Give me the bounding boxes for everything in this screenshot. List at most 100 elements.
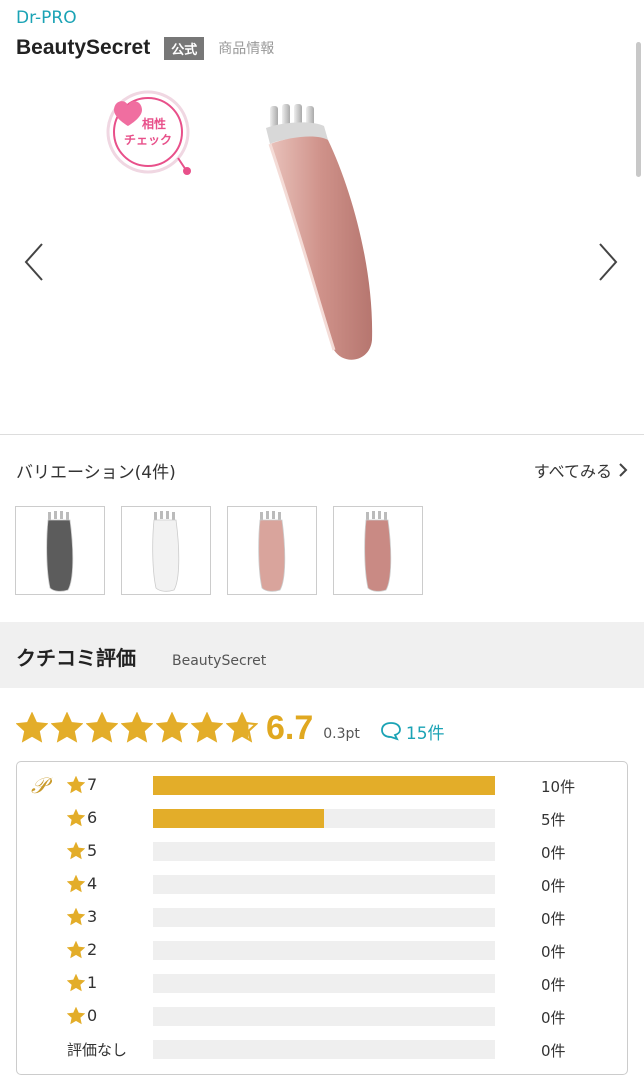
compat-badge-line2: チェック — [124, 133, 172, 147]
rating-row-label: 2 — [67, 940, 97, 959]
see-all-variations-link[interactable]: すべてみる — [534, 458, 628, 482]
star-icon — [51, 712, 83, 743]
rating-row-label: 5 — [67, 841, 97, 860]
rating-bar-track — [153, 1007, 495, 1026]
rating-stars — [16, 712, 258, 744]
rating-row-label: 評価なし — [67, 1039, 127, 1060]
rating-bar-track — [153, 974, 495, 993]
product-info-link[interactable]: 商品情報 — [218, 38, 274, 58]
prev-image-button[interactable] — [16, 240, 52, 284]
rating-bar-track — [153, 776, 495, 795]
rating-row-count: 0件 — [541, 844, 566, 862]
rating-score: 6.7 — [266, 708, 314, 747]
speech-bubble-icon — [381, 722, 401, 741]
trimmer-thumbnail-image — [364, 510, 392, 592]
rating-row-value: 7 — [87, 775, 98, 794]
rating-point-diff: 0.3pt — [323, 726, 360, 742]
star-icon — [67, 808, 85, 826]
star-icon — [67, 775, 85, 793]
rating-bar-track — [153, 908, 495, 927]
star-icon — [67, 874, 85, 892]
variation-thumbnail[interactable] — [121, 506, 211, 595]
review-count: 15件 — [405, 723, 445, 744]
variation-thumbnail[interactable] — [15, 506, 105, 595]
rating-row: 1 0件 — [17, 970, 627, 998]
rating-bar-track — [153, 842, 495, 861]
heart-check-icon: 相性 チェック — [106, 90, 191, 175]
rating-row-count: 0件 — [541, 877, 566, 895]
star-icon — [67, 940, 85, 958]
rating-row-value: 4 — [87, 874, 98, 893]
rating-row-label: 7 — [67, 775, 97, 794]
star-icon — [67, 841, 85, 859]
rating-row-count: 10件 — [541, 778, 576, 796]
rating-bar-track — [153, 1040, 495, 1059]
rating-row-count: 0件 — [541, 910, 566, 928]
rating-bar-fill — [153, 809, 324, 828]
rating-row: 5 0件 — [17, 838, 627, 866]
rating-row-value: 5 — [87, 841, 98, 860]
rating-row-label: 0 — [67, 1006, 97, 1025]
rating-row-count: 0件 — [541, 1009, 566, 1027]
rating-bar-fill — [153, 776, 495, 795]
rating-row: 0 0件 — [17, 1003, 627, 1031]
trimmer-thumbnail-image — [258, 510, 286, 592]
rating-row: 2 0件 — [17, 937, 627, 965]
star-icon — [67, 1006, 85, 1024]
variation-thumbnail[interactable] — [333, 506, 423, 595]
star-icon — [226, 712, 258, 743]
product-title: BeautySecret — [16, 36, 151, 59]
rating-row-value: 3 — [87, 907, 98, 926]
rating-bar-track — [153, 809, 495, 828]
trimmer-thumbnail-image — [46, 510, 74, 592]
rating-row-count: 5件 — [541, 811, 566, 829]
rating-row-value: 2 — [87, 940, 98, 959]
star-icon — [121, 712, 153, 743]
rating-row: 6 5件 — [17, 805, 627, 833]
divider — [0, 434, 644, 435]
star-icon — [191, 712, 223, 743]
variation-heading: バリエーション(4件) — [16, 463, 176, 483]
compat-badge-line1: 相性 — [142, 116, 166, 131]
product-main-image — [266, 104, 373, 360]
chevron-right-icon — [599, 243, 618, 281]
compatibility-check-badge[interactable]: 相性 チェック — [100, 84, 196, 180]
rating-row: 4 0件 — [17, 871, 627, 899]
rating-row-label: 3 — [67, 907, 97, 926]
rating-bar-track — [153, 941, 495, 960]
rating-row: 3 0件 — [17, 904, 627, 932]
product-gallery[interactable]: 相性 チェック — [0, 72, 644, 434]
review-section-header: クチコミ評価 BeautySecret — [0, 622, 644, 688]
rating-row-value: 評価なし — [67, 1041, 128, 1059]
rating-row-label: 6 — [67, 808, 97, 827]
chevron-right-icon — [619, 463, 628, 477]
rating-row-count: 0件 — [541, 976, 566, 994]
review-heading: クチコミ評価 — [16, 646, 136, 670]
star-icon — [86, 712, 118, 743]
rating-summary: 6.7 0.3pt 15件 — [16, 708, 445, 748]
star-icon — [67, 907, 85, 925]
review-count-link[interactable]: 15件 — [380, 719, 445, 744]
rating-bar-track — [153, 875, 495, 894]
brand-name[interactable]: Dr-PRO — [16, 8, 77, 28]
rating-row: 7 10件 — [17, 772, 627, 800]
rating-row-label: 4 — [67, 874, 97, 893]
chevron-left-icon — [24, 243, 43, 281]
review-subheading: BeautySecret — [172, 653, 267, 669]
title-row: BeautySecret 公式 商品情報 — [16, 36, 274, 60]
rating-row-count: 0件 — [541, 1042, 566, 1060]
trimmer-thumbnail-image — [152, 510, 180, 592]
variation-thumbnail[interactable] — [227, 506, 317, 595]
official-badge: 公式 — [164, 36, 205, 60]
rating-distribution: 𝒫 7 10件 6 5件 5 0件 4 0件 3 0件 2 0件 1 0件 0 0件 評価なし 0件 — [16, 761, 628, 1075]
rating-row-count: 0件 — [541, 943, 566, 961]
rating-row-value: 0 — [87, 1006, 98, 1025]
next-image-button[interactable] — [590, 240, 626, 284]
variation-list — [15, 506, 423, 595]
star-icon — [67, 973, 85, 991]
rating-row-value: 6 — [87, 808, 98, 827]
rating-row-label: 1 — [67, 973, 97, 992]
see-all-label: すべてみる — [533, 462, 612, 481]
rating-row: 評価なし 0件 — [17, 1036, 627, 1064]
star-icon — [156, 712, 188, 743]
